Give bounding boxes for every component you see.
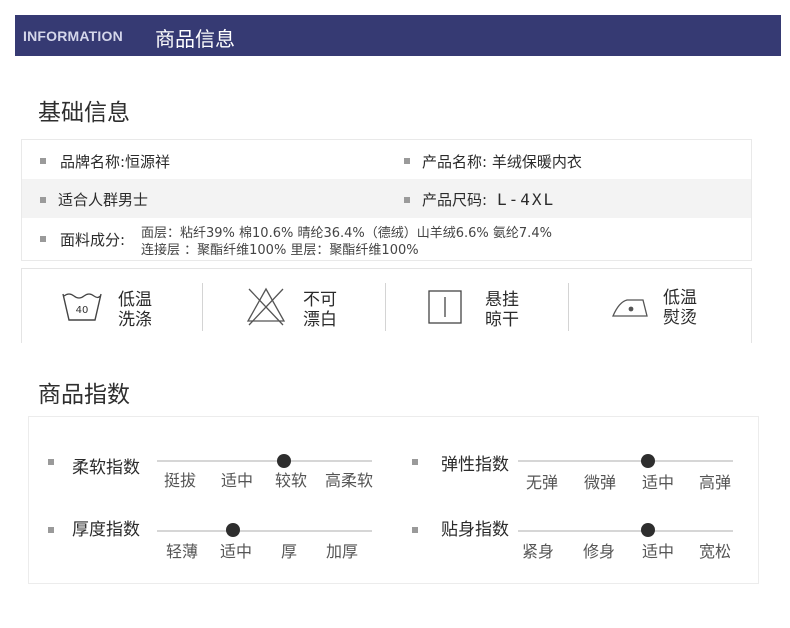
wash-40-icon: 40 [62, 293, 102, 321]
header-en-title: INFORMATION [23, 28, 123, 44]
elasticity-knob [641, 454, 655, 468]
thickness-track [157, 530, 372, 532]
care-bleach-line2: 漂白 [303, 310, 337, 330]
thickness-knob [226, 523, 240, 537]
softness-label: 柔软指数 [72, 458, 140, 478]
elasticity-level: 微弹 [583, 473, 617, 492]
bullet-brand [40, 158, 46, 164]
bullet-fabric [40, 236, 46, 242]
wash-temp: 40 [76, 305, 89, 316]
elasticity-label: 弹性指数 [441, 455, 509, 475]
basic-info-title: 基础信息 [38, 100, 130, 126]
care-iron-text: 低温 熨烫 [663, 288, 697, 328]
size-label: 产品尺码: [422, 191, 488, 209]
header-cn-title: 商品信息 [155, 27, 235, 51]
brand-name: 品牌名称:恒源祥 [60, 153, 171, 171]
care-bleach-text: 不可 漂白 [303, 290, 337, 330]
fit-level: 紧身 [521, 542, 555, 561]
fit-level: 修身 [582, 542, 616, 561]
thickness-level: 适中 [219, 542, 253, 561]
elasticity-track [518, 460, 733, 462]
care-divider [202, 283, 203, 331]
softness-level: 高柔软 [324, 471, 374, 490]
care-divider [385, 283, 386, 331]
thickness-level: 轻薄 [165, 542, 199, 561]
care-wash-line1: 低温 [118, 290, 152, 310]
product-index-title: 商品指数 [38, 382, 130, 408]
softness-level: 挺拔 [163, 471, 197, 490]
audience: 适合人群男士 [58, 191, 149, 209]
care-dry-line1: 悬挂 [485, 290, 519, 310]
fabric-line-2: 连接层 ：聚酯纤维100% 里层：聚酯纤维100% [141, 243, 419, 258]
product-name: 产品名称: 羊绒保暖内衣 [422, 153, 582, 171]
care-iron-line1: 低温 [663, 288, 697, 308]
bullet-thickness [48, 527, 54, 533]
fit-level: 适中 [641, 542, 675, 561]
bullet-fit [412, 527, 418, 533]
care-divider [568, 283, 569, 331]
softness-level: 适中 [220, 471, 254, 490]
elasticity-level: 无弹 [525, 473, 559, 492]
fit-track [518, 530, 733, 532]
thickness-label: 厚度指数 [72, 520, 140, 540]
no-bleach-icon [246, 287, 286, 326]
softness-knob [277, 454, 291, 468]
size-value: L-4XL [497, 190, 556, 209]
bullet-softness [48, 459, 54, 465]
fit-level: 宽松 [698, 542, 732, 561]
iron-low-icon [612, 299, 648, 317]
care-iron-line2: 熨烫 [663, 308, 697, 328]
fabric-label: 面料成分: [60, 231, 126, 249]
bullet-size [404, 197, 410, 203]
bullet-audience [40, 197, 46, 203]
care-wash-line2: 洗涤 [118, 310, 152, 330]
care-bleach-line1: 不可 [303, 290, 337, 310]
care-dry-text: 悬挂 晾干 [485, 290, 519, 330]
thickness-level: 加厚 [325, 542, 359, 561]
elasticity-level: 适中 [641, 473, 675, 492]
bullet-elasticity [412, 459, 418, 465]
fit-knob [641, 523, 655, 537]
thickness-level: 厚 [280, 542, 298, 561]
softness-track [157, 460, 372, 462]
bullet-product-name [404, 158, 410, 164]
softness-level: 较软 [274, 471, 308, 490]
fit-label: 贴身指数 [441, 520, 509, 540]
elasticity-level: 高弹 [698, 473, 732, 492]
care-wash-text: 低温 洗涤 [118, 290, 152, 330]
care-dry-line2: 晾干 [485, 310, 519, 330]
header-bar: INFORMATION 商品信息 [15, 15, 781, 56]
hang-dry-icon [428, 290, 462, 324]
